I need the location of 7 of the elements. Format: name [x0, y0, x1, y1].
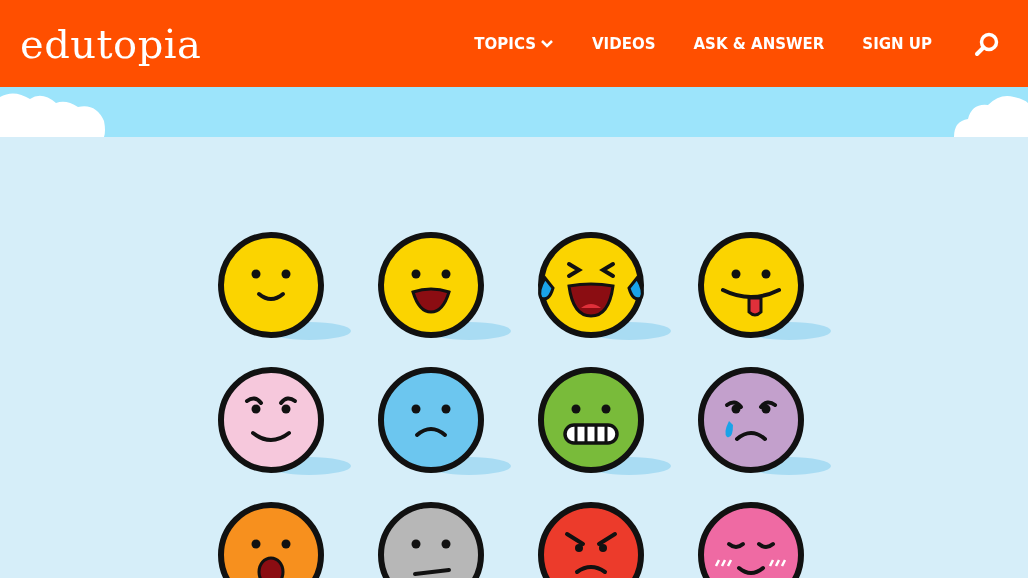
nav-link[interactable]: VIDEOS — [592, 34, 656, 53]
nav-link[interactable]: TOPICS — [474, 34, 554, 53]
search-button[interactable] — [974, 30, 1000, 57]
site-logo[interactable]: edutopia — [20, 20, 202, 67]
nav-link[interactable]: SIGN UP — [862, 34, 932, 53]
nav-link[interactable]: ASK & ANSWER — [693, 34, 825, 53]
search-icon — [974, 30, 1000, 57]
